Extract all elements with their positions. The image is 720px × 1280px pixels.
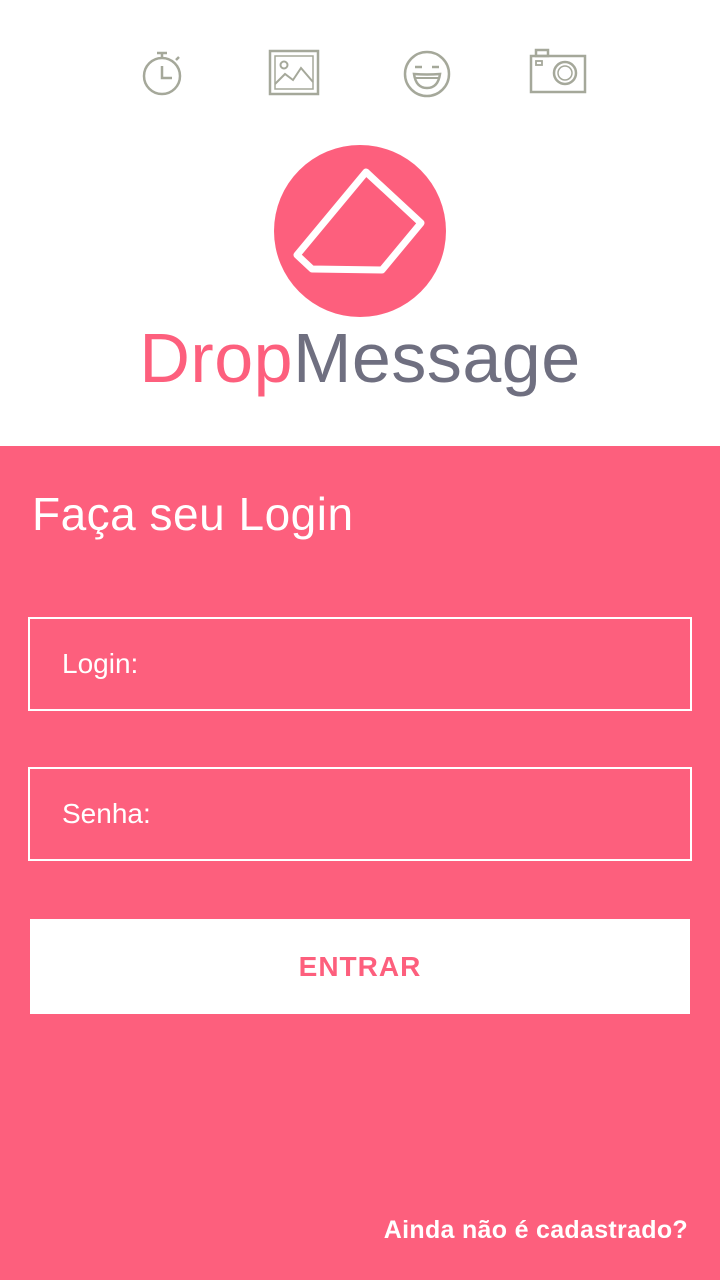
- smiley-icon: [397, 44, 457, 104]
- drop-logo-icon: [293, 168, 425, 274]
- login-field[interactable]: Login:: [28, 617, 692, 711]
- password-field[interactable]: Senha:: [28, 767, 692, 861]
- feature-icon-row: [0, 44, 720, 104]
- register-link[interactable]: Ainda não é cadastrado?: [384, 1216, 688, 1245]
- login-form: Faça seu Login Login: Senha: ENTRAR Aind…: [0, 446, 720, 1280]
- brand-title-drop: Drop: [139, 319, 294, 397]
- login-title: Faça seu Login: [32, 488, 354, 540]
- brand-title: DropMessage: [0, 318, 720, 398]
- image-icon: [264, 44, 324, 104]
- brand-title-message: Message: [293, 319, 581, 397]
- timer-icon: [132, 44, 192, 104]
- login-field-label: Login:: [62, 648, 139, 679]
- header-area: DropMessage: [0, 0, 720, 446]
- password-field-label: Senha:: [62, 798, 151, 829]
- camera-icon: [528, 44, 588, 104]
- app-logo: [274, 145, 446, 317]
- login-button[interactable]: ENTRAR: [30, 919, 690, 1014]
- login-screen: DropMessage Faça seu Login Login: Senha:…: [0, 0, 720, 1280]
